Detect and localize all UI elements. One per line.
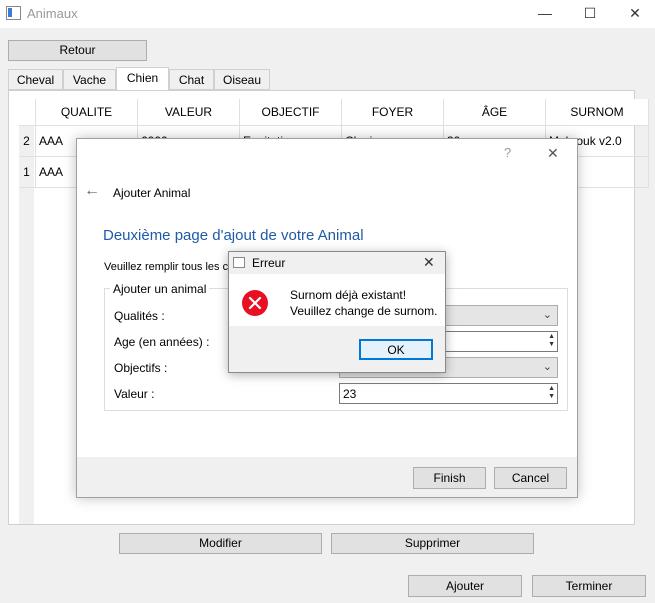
- error-title: Erreur: [252, 256, 286, 270]
- wizard-header: Ajouter Animal: [113, 186, 191, 200]
- close-icon[interactable]: ✕: [547, 145, 559, 162]
- qualites-label: Qualités :: [114, 309, 165, 323]
- valeur-spinbox[interactable]: 23 ▲ ▼: [339, 383, 558, 404]
- age-label: Age (en années) :: [114, 335, 210, 349]
- maximize-icon[interactable]: ☐: [567, 0, 613, 28]
- column-header[interactable]: ÂGE: [443, 99, 546, 126]
- back-arrow-icon[interactable]: ←: [84, 182, 100, 200]
- valeur-value: 23: [343, 387, 357, 401]
- row-number[interactable]: 1: [19, 156, 36, 188]
- add-button[interactable]: Ajouter: [408, 575, 522, 597]
- error-x-icon: [242, 290, 268, 316]
- spin-arrows-icon[interactable]: ▲ ▼: [548, 333, 555, 349]
- column-header[interactable]: FOYER: [341, 99, 444, 126]
- minimize-icon[interactable]: —: [522, 0, 568, 28]
- error-line-2: Veuillez change de surnom.: [290, 304, 438, 318]
- column-header[interactable]: VALEUR: [137, 99, 240, 126]
- back-button[interactable]: Retour: [8, 40, 147, 61]
- wizard-cancel-button[interactable]: Cancel: [494, 467, 567, 489]
- delete-button[interactable]: Supprimer: [331, 533, 534, 554]
- tab-cheval[interactable]: Cheval: [8, 69, 63, 90]
- valeur-label: Valeur :: [114, 387, 155, 401]
- error-line-1: Surnom déjà existant!: [290, 288, 407, 302]
- column-header[interactable]: SURNOM: [545, 99, 649, 126]
- column-header[interactable]: QUALITE: [35, 99, 138, 126]
- chevron-down-icon: ⌄: [542, 309, 552, 321]
- help-icon[interactable]: ?: [504, 145, 511, 160]
- window-title: Animaux: [27, 6, 78, 21]
- corner-cell: [19, 99, 36, 126]
- instruction-text: Veuillez remplir tous les ch: [104, 261, 235, 273]
- row-number[interactable]: 2: [19, 125, 36, 157]
- ok-button[interactable]: OK: [359, 339, 433, 360]
- objectifs-label: Objectifs :: [114, 361, 168, 375]
- tab-chien[interactable]: Chien: [116, 67, 169, 91]
- spin-arrows-icon[interactable]: ▲ ▼: [548, 385, 555, 401]
- tab-oiseau[interactable]: Oiseau: [214, 69, 270, 90]
- tab-chat[interactable]: Chat: [169, 69, 214, 90]
- chevron-down-icon: ⌄: [542, 361, 552, 373]
- column-header[interactable]: OBJECTIF: [239, 99, 342, 126]
- modify-button[interactable]: Modifier: [119, 533, 322, 554]
- tab-vache[interactable]: Vache: [63, 69, 116, 90]
- finish-button[interactable]: Terminer: [532, 575, 646, 597]
- group-title: Ajouter un animal: [110, 282, 210, 296]
- close-icon[interactable]: ✕: [612, 0, 655, 28]
- wizard-finish-button[interactable]: Finish: [413, 467, 486, 489]
- app-icon: [233, 257, 245, 268]
- close-icon[interactable]: ✕: [423, 254, 435, 271]
- page-title: Deuxième page d'ajout de votre Animal: [103, 227, 364, 244]
- app-icon: [6, 6, 21, 20]
